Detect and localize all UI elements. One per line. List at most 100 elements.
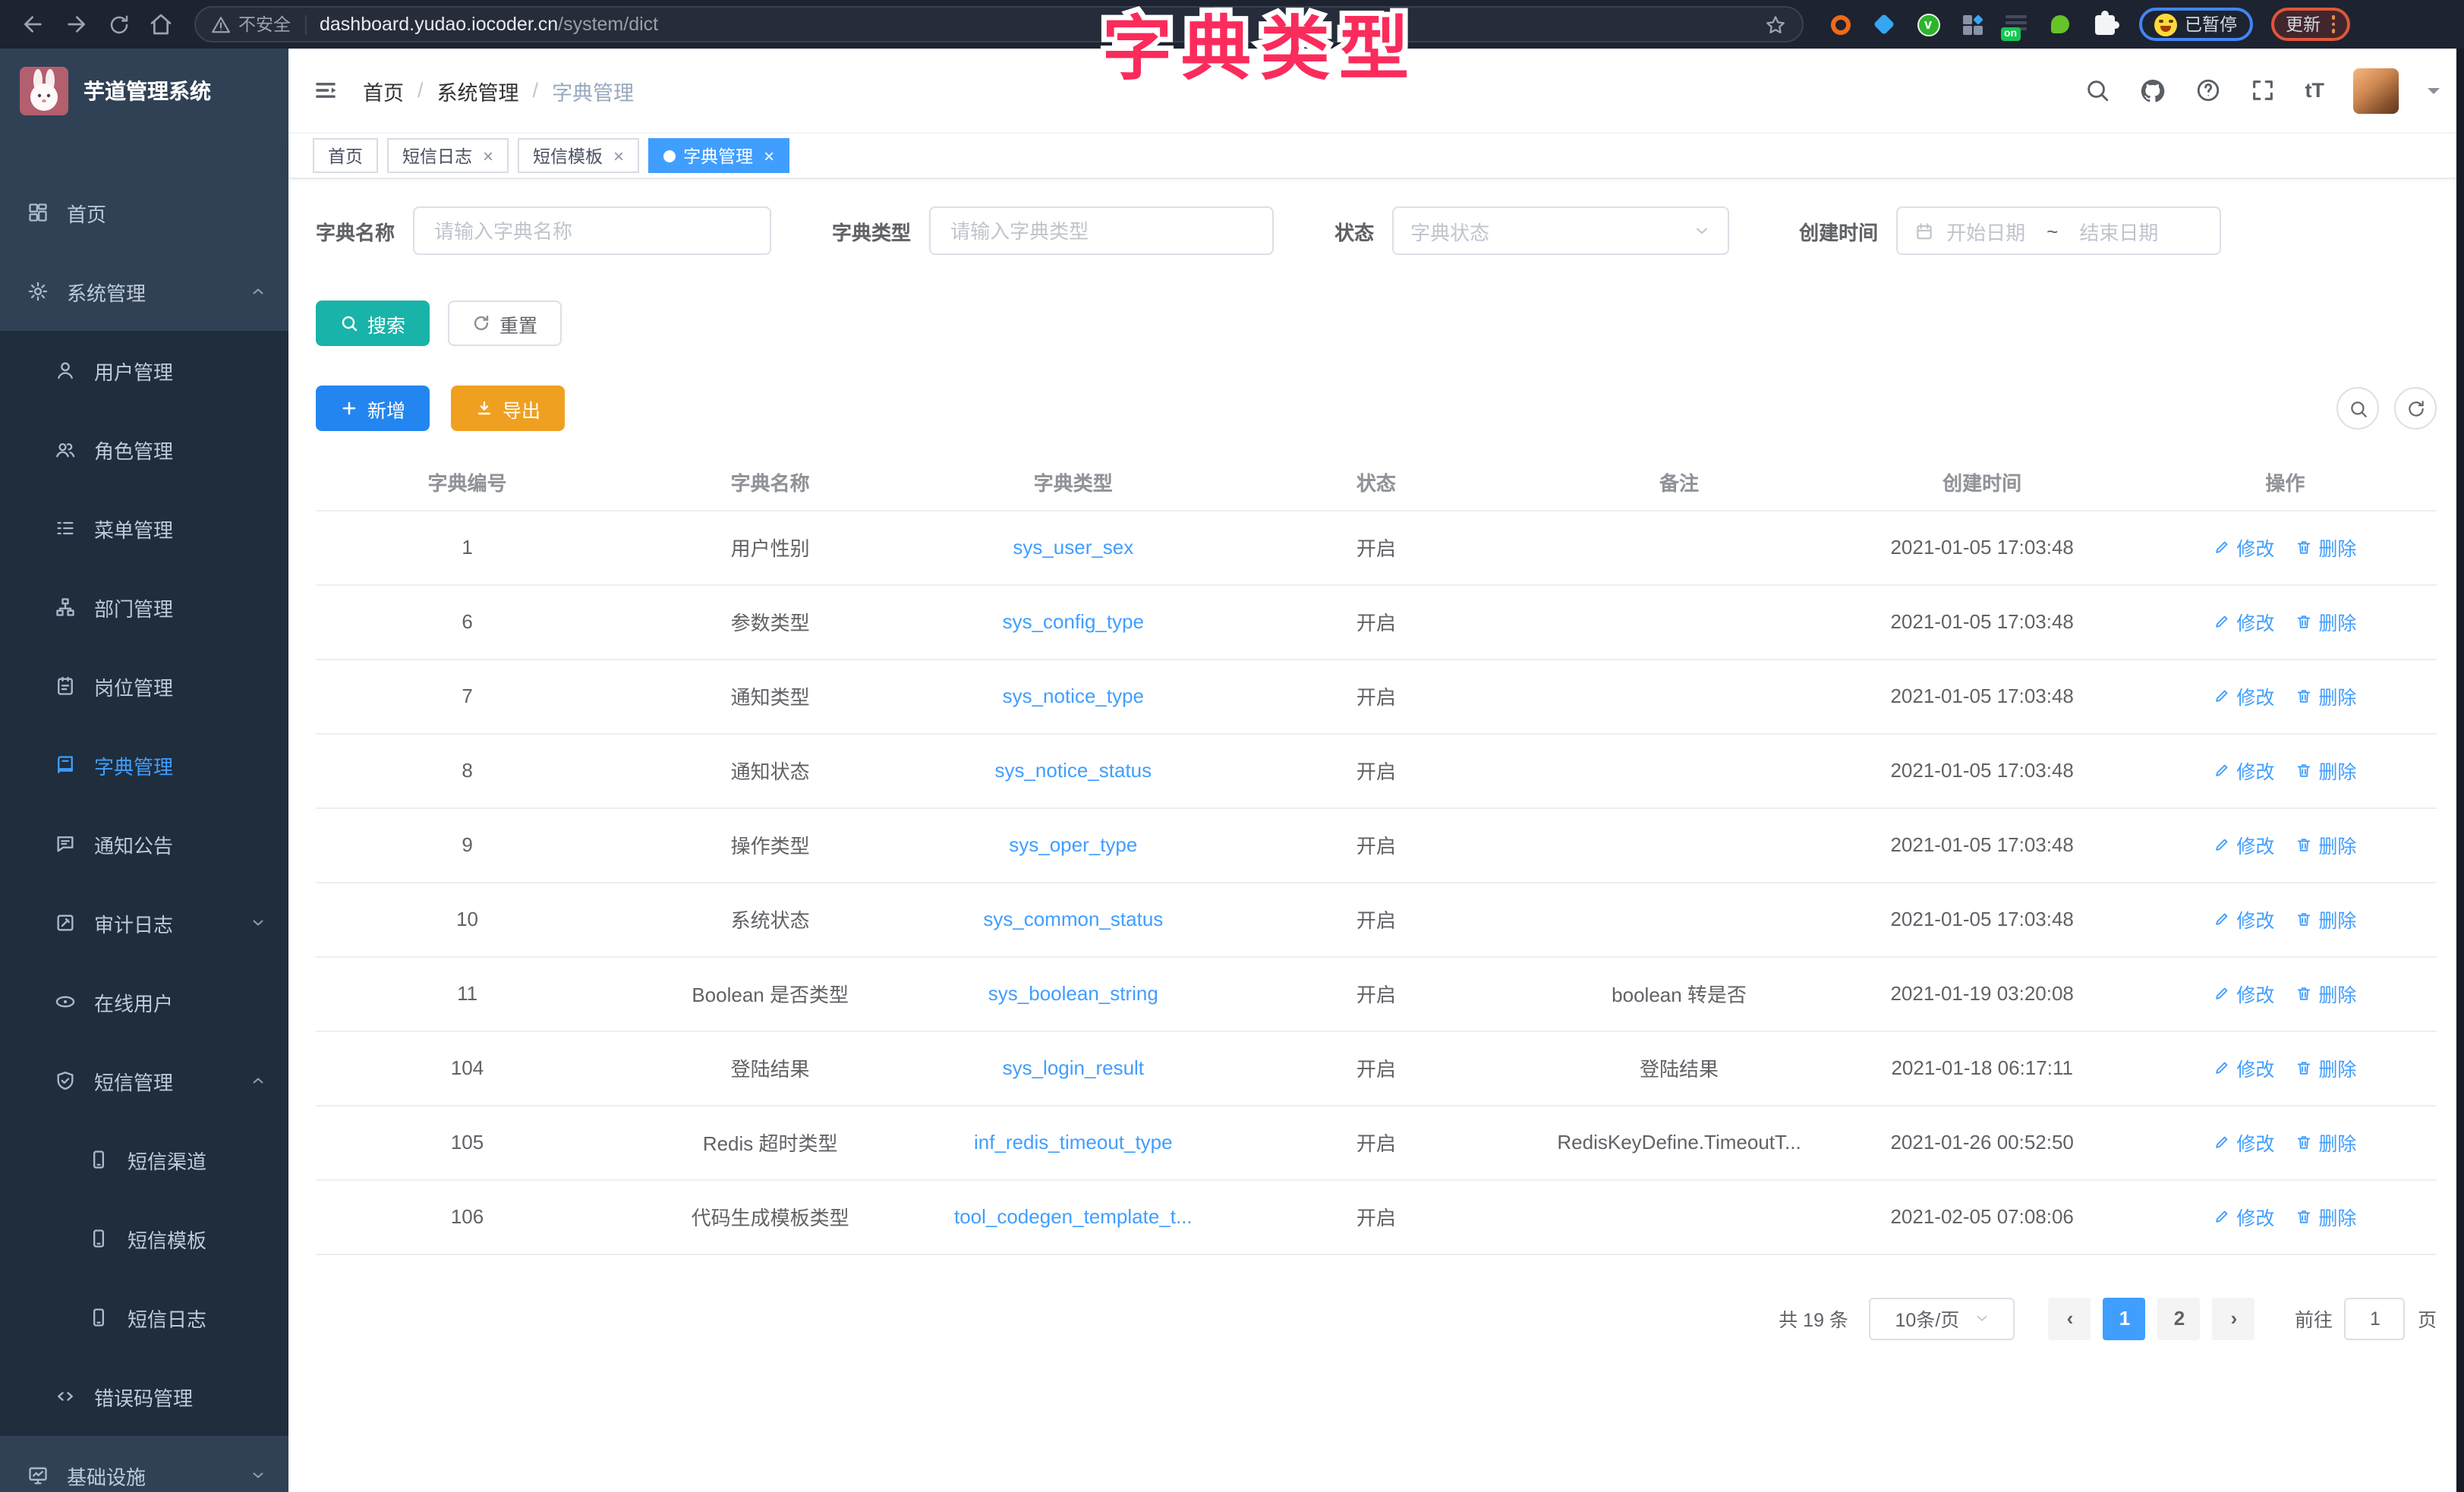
date-range-picker[interactable]: 开始日期 ~ 结束日期 [1896, 206, 2221, 255]
dict-type-link[interactable]: sys_oper_type [1009, 833, 1137, 856]
add-button[interactable]: 新增 [316, 386, 430, 431]
github-icon[interactable] [2140, 77, 2167, 104]
dict-type-link[interactable]: sys_notice_status [922, 733, 1224, 807]
dict-type-link[interactable]: inf_redis_timeout_type [922, 1105, 1224, 1179]
close-icon[interactable]: × [613, 146, 624, 165]
close-icon[interactable]: × [483, 146, 493, 165]
dict-type-link[interactable]: sys_common_status [983, 908, 1163, 930]
dict-type-link[interactable]: sys_oper_type [922, 807, 1224, 882]
prev-page-button[interactable]: ‹ [2049, 1297, 2091, 1339]
edit-link[interactable]: 修改 [2214, 1128, 2274, 1157]
edit-link[interactable]: 修改 [2214, 830, 2274, 859]
sidebar-toggle-icon[interactable] [313, 77, 339, 103]
extensions-puzzle-icon[interactable] [2092, 12, 2116, 36]
browser-reload-icon[interactable] [100, 6, 137, 42]
tab-item[interactable]: 短信模板× [518, 138, 639, 173]
close-icon[interactable]: × [764, 146, 774, 165]
reset-button[interactable]: 重置 [448, 301, 562, 346]
sidebar-item[interactable]: 短信管理 [0, 1041, 288, 1120]
breadcrumb-home[interactable]: 首页 [363, 75, 404, 105]
edit-link[interactable]: 修改 [2214, 681, 2274, 710]
fullscreen-icon[interactable] [2251, 77, 2277, 103]
next-page-button[interactable]: › [2213, 1297, 2255, 1339]
edit-link[interactable]: 修改 [2214, 607, 2274, 636]
delete-link[interactable]: 删除 [2295, 1128, 2356, 1157]
extension-plant-icon[interactable] [2048, 12, 2072, 36]
edit-link[interactable]: 修改 [2214, 1202, 2274, 1231]
sidebar-item[interactable]: 短信渠道 [0, 1120, 288, 1199]
delete-link[interactable]: 删除 [2295, 607, 2356, 636]
sidebar-item[interactable]: 在线用户 [0, 962, 288, 1041]
dict-type-link[interactable]: sys_boolean_string [988, 982, 1158, 1005]
browser-home-icon[interactable] [143, 6, 179, 42]
goto-page-input[interactable] [2345, 1297, 2406, 1339]
sidebar-item[interactable]: 用户管理 [0, 331, 288, 410]
delete-link[interactable]: 删除 [2295, 1053, 2356, 1082]
sidebar-item[interactable]: 系统管理 [0, 252, 288, 331]
tab-active[interactable]: 字典管理× [648, 138, 789, 173]
search-button[interactable]: 搜索 [316, 301, 430, 346]
edit-link[interactable]: 修改 [2214, 1053, 2274, 1082]
refresh-table-icon[interactable] [2394, 387, 2437, 430]
dict-type-link[interactable]: tool_codegen_template_t... [922, 1179, 1224, 1254]
page-button-2[interactable]: 2 [2158, 1297, 2201, 1339]
sidebar-item[interactable]: 角色管理 [0, 410, 288, 489]
delete-link[interactable]: 删除 [2295, 830, 2356, 859]
tab-item[interactable]: 首页 [313, 138, 378, 173]
sidebar-item[interactable]: 通知公告 [0, 804, 288, 883]
header-search-icon[interactable] [2085, 77, 2111, 103]
delete-link[interactable]: 删除 [2295, 1202, 2356, 1231]
dict-type-link[interactable]: sys_login_result [922, 1031, 1224, 1105]
sidebar-item[interactable]: 基础设施 [0, 1436, 288, 1492]
dict-type-link[interactable]: sys_boolean_string [922, 956, 1224, 1031]
dict-type-link[interactable]: inf_redis_timeout_type [974, 1131, 1173, 1154]
show-search-toggle-icon[interactable] [2336, 387, 2379, 430]
site-security-warning[interactable]: 不安全 [211, 12, 291, 36]
dict-type-link[interactable]: sys_common_status [922, 882, 1224, 956]
extension-on-badge-icon[interactable]: on [2004, 12, 2028, 36]
help-icon[interactable] [2196, 77, 2222, 103]
dict-type-link[interactable]: sys_user_sex [1013, 536, 1133, 559]
dict-type-link[interactable]: sys_notice_status [994, 759, 1152, 782]
dict-type-link[interactable]: sys_config_type [1003, 610, 1144, 633]
dict-type-link[interactable]: tool_codegen_template_t... [954, 1205, 1193, 1228]
delete-link[interactable]: 删除 [2295, 533, 2356, 562]
dict-type-link[interactable]: sys_login_result [1003, 1056, 1144, 1079]
browser-update-button[interactable]: 更新 [2270, 8, 2350, 41]
edit-link[interactable]: 修改 [2214, 979, 2274, 1008]
dict-type-input[interactable] [947, 218, 1256, 244]
delete-link[interactable]: 删除 [2295, 756, 2356, 785]
extension-orange-icon[interactable] [1828, 12, 1852, 36]
sidebar-item[interactable]: 短信模板 [0, 1199, 288, 1278]
dict-type-link[interactable]: sys_user_sex [922, 510, 1224, 584]
edit-link[interactable]: 修改 [2214, 756, 2274, 785]
breadcrumb-system[interactable]: 系统管理 [437, 75, 519, 105]
extension-grid-icon[interactable] [1960, 12, 1984, 36]
tab-item[interactable]: 短信日志× [387, 138, 509, 173]
browser-menu-icon[interactable] [2331, 16, 2335, 33]
dict-name-input[interactable] [431, 218, 753, 244]
address-bar[interactable]: 不安全 dashboard.yudao.iocoder.cn/system/di… [194, 6, 1804, 42]
paused-extension-pill[interactable]: 已暂停 [2139, 8, 2252, 41]
status-select[interactable]: 字典状态 [1392, 206, 1729, 255]
sidebar-item[interactable]: 菜单管理 [0, 489, 288, 568]
extension-green-v-icon[interactable]: v [1916, 12, 1940, 36]
delete-link[interactable]: 删除 [2295, 979, 2356, 1008]
edit-link[interactable]: 修改 [2214, 905, 2274, 933]
dict-type-link[interactable]: sys_notice_type [922, 659, 1224, 733]
sidebar-item[interactable]: 审计日志 [0, 883, 288, 962]
avatar-caret-down-icon[interactable] [2428, 87, 2440, 99]
page-size-select[interactable]: 10条/页 [1870, 1297, 2015, 1339]
extension-gem-icon[interactable] [1872, 12, 1896, 36]
sidebar-item[interactable]: 字典管理 [0, 726, 288, 804]
dict-type-link[interactable]: sys_config_type [922, 584, 1224, 659]
browser-forward-icon[interactable] [58, 6, 94, 42]
page-button-1[interactable]: 1 [2103, 1297, 2146, 1339]
sidebar-item[interactable]: 岗位管理 [0, 647, 288, 726]
user-avatar[interactable] [2353, 68, 2399, 113]
window-scrollbar[interactable] [2456, 49, 2464, 1492]
bookmark-star-icon[interactable] [1764, 13, 1787, 36]
sidebar-item[interactable]: 错误码管理 [0, 1357, 288, 1436]
delete-link[interactable]: 删除 [2295, 905, 2356, 933]
font-size-icon[interactable]: tT [2305, 79, 2325, 102]
